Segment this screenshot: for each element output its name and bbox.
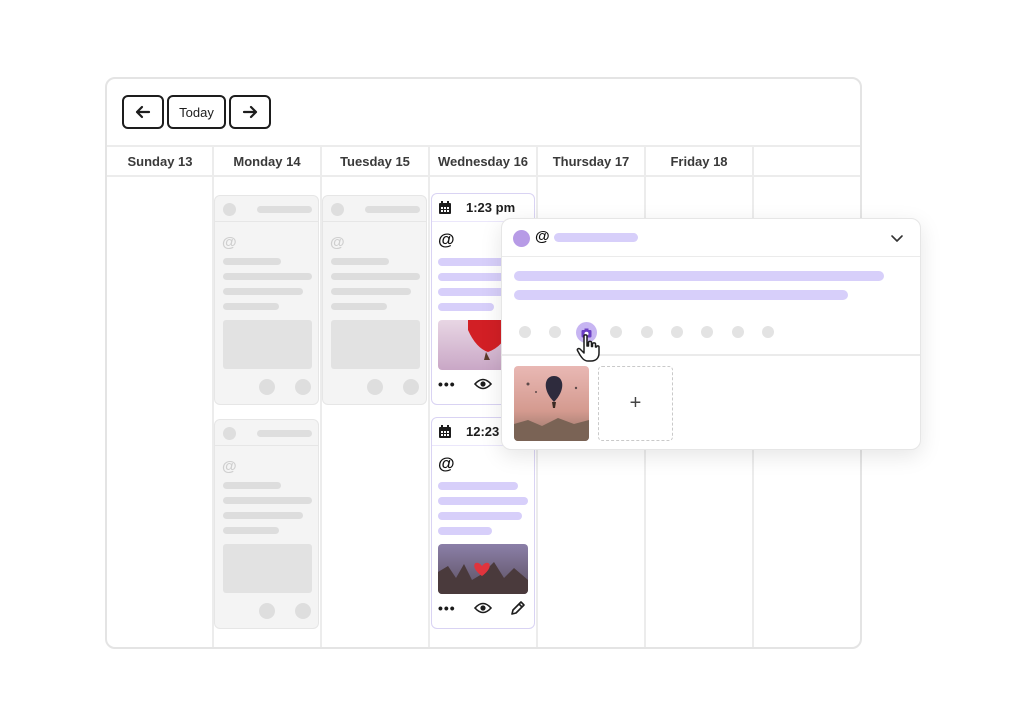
edit-pencil-icon[interactable] [510, 600, 526, 616]
arrow-right-icon [242, 105, 258, 119]
more-options-icon[interactable]: ••• [438, 600, 456, 616]
day-header-friday: Friday 18 [670, 154, 728, 169]
chevron-down-icon[interactable] [890, 231, 904, 245]
day-header-tuesday: Tuesday 15 [340, 154, 410, 169]
composer-tool-dot[interactable] [641, 326, 653, 338]
composer-tool-dot[interactable] [519, 326, 531, 338]
composer-divider [502, 354, 920, 356]
column-divider [428, 145, 430, 647]
threads-icon: @ [535, 228, 550, 245]
avatar [513, 230, 530, 247]
calendar-toolbar: Today [122, 95, 271, 129]
day-header-monday: Monday 14 [233, 154, 301, 169]
arrow-left-icon [135, 105, 151, 119]
composer-tool-dot[interactable] [762, 326, 774, 338]
threads-icon: @ [222, 234, 237, 251]
account-name-placeholder [554, 233, 638, 242]
composer-tool-dot[interactable] [549, 326, 561, 338]
day-header-sunday: Sunday 13 [127, 154, 193, 169]
calendar-icon [439, 200, 451, 214]
post-time: 12:23 [466, 424, 500, 439]
today-button[interactable]: Today [167, 95, 226, 129]
threads-icon: @ [222, 458, 237, 475]
attached-balloon-photo[interactable] [514, 366, 589, 441]
threads-icon: @ [438, 230, 455, 249]
post-time: 1:23 pm [466, 200, 516, 215]
add-media-button[interactable]: + [598, 366, 673, 441]
day-header-row: Sunday 13 Monday 14 Tuesday 15 Wednesday… [107, 145, 860, 177]
composer-tool-dot[interactable] [610, 326, 622, 338]
calendar-icon [439, 424, 451, 438]
placeholder-post-card: @ [322, 195, 427, 405]
more-options-icon[interactable]: ••• [438, 376, 456, 392]
hand-pointer-cursor-icon [576, 334, 600, 362]
placeholder-post-card: @ [214, 195, 319, 405]
threads-icon: @ [438, 454, 455, 473]
composer-header[interactable]: @ [502, 219, 920, 257]
next-week-button[interactable] [229, 95, 271, 129]
threads-icon: @ [330, 234, 345, 251]
composer-tool-dot[interactable] [732, 326, 744, 338]
composer-text-line[interactable] [514, 290, 848, 300]
previous-week-button[interactable] [122, 95, 164, 129]
day-header-wednesday: Wednesday 16 [437, 154, 529, 169]
heart-balloon-photo [438, 544, 528, 594]
composer-text-line[interactable] [514, 271, 884, 281]
preview-eye-icon[interactable] [473, 601, 492, 615]
composer-tool-dot[interactable] [671, 326, 683, 338]
preview-eye-icon[interactable] [473, 377, 492, 391]
placeholder-post-card: @ [214, 419, 319, 629]
post-composer-popover[interactable]: @ + [501, 218, 921, 450]
composer-tool-dot[interactable] [701, 326, 713, 338]
day-header-thursday: Thursday 17 [552, 154, 630, 169]
